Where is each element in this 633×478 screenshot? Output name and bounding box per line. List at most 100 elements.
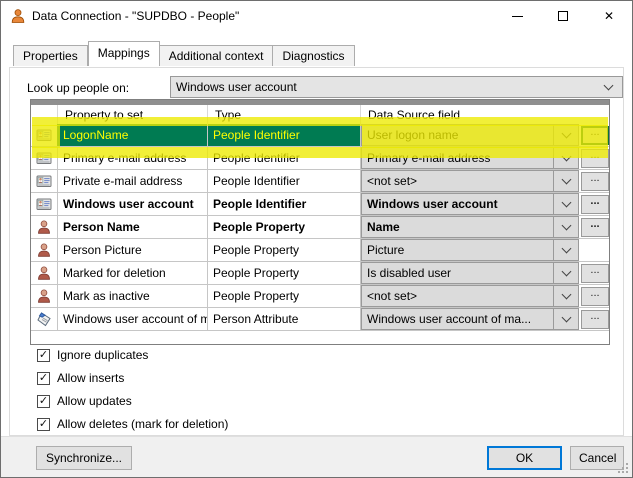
ellipsis-cell: ... bbox=[579, 262, 611, 284]
checkbox-allow-updates[interactable]: ✓ Allow updates bbox=[37, 394, 228, 408]
tab-properties[interactable]: Properties bbox=[13, 45, 88, 66]
ellipsis-cell: ... bbox=[579, 285, 611, 307]
tab-diagnostics[interactable]: Diagnostics bbox=[273, 45, 355, 66]
property-cell: Windows user account of manager bbox=[58, 308, 208, 330]
property-cell: Windows user account bbox=[58, 193, 208, 215]
table-row-windows-user-account-of-manager[interactable]: Windows user account of managerPerson At… bbox=[31, 308, 609, 331]
ellipsis-cell: ... bbox=[579, 147, 611, 169]
mappings-grid: Property to set Type Data Source field Log… bbox=[30, 99, 610, 345]
ellipsis-cell: ... bbox=[579, 193, 611, 215]
maximize-button[interactable] bbox=[540, 1, 586, 31]
checkbox-box[interactable]: ✓ bbox=[37, 371, 50, 385]
source-combobox[interactable]: User logon name bbox=[361, 124, 553, 146]
property-cell: Private e-mail address bbox=[58, 170, 208, 192]
button-bar: Synchronize... OK Cancel bbox=[1, 436, 632, 477]
checkbox-allow-inserts[interactable]: ✓ Allow inserts bbox=[37, 371, 228, 385]
chevron-down-icon[interactable] bbox=[553, 239, 579, 261]
source-combobox[interactable]: Is disabled user bbox=[361, 262, 553, 284]
grid-header-row: Property to set Type Data Source field bbox=[31, 105, 609, 124]
source-combobox[interactable]: Windows user account of ma... bbox=[361, 308, 553, 330]
ellipsis-button[interactable]: ... bbox=[581, 263, 609, 283]
tab-strip: Properties Mappings Additional context Diag… bbox=[13, 41, 355, 66]
table-row-logonname[interactable]: LogonName People Identifier User logon nam… bbox=[31, 124, 609, 147]
person-icon bbox=[31, 239, 58, 261]
property-cell: LogonName bbox=[58, 124, 208, 146]
lookup-value: Windows user account bbox=[176, 80, 297, 94]
checkbox-ignore-duplicates[interactable]: ✓ Ignore duplicates bbox=[37, 348, 228, 362]
id-card-icon bbox=[31, 193, 58, 215]
ellipsis-cell bbox=[579, 239, 611, 261]
chevron-down-icon[interactable] bbox=[553, 193, 579, 215]
checkbox-box[interactable]: ✓ bbox=[37, 417, 50, 431]
property-cell: Mark as inactive bbox=[58, 285, 208, 307]
table-row-mark-as-inactive[interactable]: Mark as inactive People Property <not set>… bbox=[31, 285, 609, 308]
type-cell: People Property bbox=[208, 285, 361, 307]
tag-icon bbox=[31, 308, 58, 330]
ellipsis-button[interactable]: ... bbox=[581, 148, 609, 168]
type-cell: People Identifier bbox=[208, 170, 361, 192]
ellipsis-cell: ... bbox=[579, 170, 611, 192]
property-cell: Person Picture bbox=[58, 239, 208, 261]
checkbox-label: Allow updates bbox=[57, 394, 132, 408]
id-card-icon bbox=[31, 147, 58, 169]
table-row-person-picture[interactable]: Person Picture People Property Picture bbox=[31, 239, 609, 262]
type-cell: People Identifier bbox=[208, 124, 361, 146]
ellipsis-button[interactable]: ... bbox=[581, 217, 609, 237]
table-row-primary-e-mail-address[interactable]: Primary e-mail address People Identifier P… bbox=[31, 147, 609, 170]
checkbox-box[interactable]: ✓ bbox=[37, 348, 50, 362]
synchronize-button[interactable]: Synchronize... bbox=[36, 446, 132, 470]
chevron-down-icon[interactable] bbox=[553, 124, 579, 146]
type-cell: People Property bbox=[208, 216, 361, 238]
id-card-icon bbox=[31, 124, 58, 146]
person-icon bbox=[31, 285, 58, 307]
source-combobox[interactable]: <not set> bbox=[361, 170, 553, 192]
source-combobox[interactable]: <not set> bbox=[361, 285, 553, 307]
source-combobox[interactable]: Name bbox=[361, 216, 553, 238]
chevron-down-icon[interactable] bbox=[553, 262, 579, 284]
checkbox-label: Allow deletes (mark for deletion) bbox=[57, 417, 229, 431]
source-combobox[interactable]: Windows user account bbox=[361, 193, 553, 215]
maximize-icon bbox=[558, 11, 568, 21]
ellipsis-cell: ... bbox=[579, 124, 611, 146]
close-button[interactable]: ✕ bbox=[586, 1, 632, 31]
chevron-down-icon bbox=[603, 80, 614, 90]
type-cell: People Property bbox=[208, 262, 361, 284]
property-cell: Marked for deletion bbox=[58, 262, 208, 284]
chevron-down-icon[interactable] bbox=[553, 170, 579, 192]
chevron-down-icon[interactable] bbox=[553, 147, 579, 169]
table-row-windows-user-account[interactable]: Windows user account People Identifier Win… bbox=[31, 193, 609, 216]
minimize-icon bbox=[511, 15, 523, 17]
dialog-window: Data Connection - "SUPDBO - People" ✕ Pr… bbox=[0, 0, 633, 478]
source-combobox[interactable]: Primary e-mail address bbox=[361, 147, 553, 169]
table-row-marked-for-deletion[interactable]: Marked for deletion People Property Is dis… bbox=[31, 262, 609, 285]
chevron-down-icon[interactable] bbox=[553, 285, 579, 307]
ellipsis-button[interactable]: ... bbox=[581, 286, 609, 306]
lookup-combobox[interactable]: Windows user account bbox=[170, 76, 623, 98]
column-header-data-source-field: Data Source field bbox=[368, 107, 461, 122]
mappings-tab-panel: Look up people on: Windows user account … bbox=[9, 67, 624, 436]
table-row-private-e-mail-address[interactable]: Private e-mail address People Identifier <… bbox=[31, 170, 609, 193]
type-cell: People Property bbox=[208, 239, 361, 261]
minimize-button[interactable] bbox=[494, 1, 540, 31]
ok-button[interactable]: OK bbox=[487, 446, 562, 470]
type-cell: People Identifier bbox=[208, 147, 361, 169]
property-cell: Primary e-mail address bbox=[58, 147, 208, 169]
checkbox-box[interactable]: ✓ bbox=[37, 394, 50, 408]
ellipsis-button[interactable]: ... bbox=[581, 125, 609, 145]
ellipsis-cell: ... bbox=[579, 308, 611, 330]
person-icon bbox=[31, 262, 58, 284]
tab-mappings[interactable]: Mappings bbox=[87, 41, 160, 66]
lookup-label: Look up people on: bbox=[27, 81, 130, 95]
table-row-person-name[interactable]: Person Name People Property Name... bbox=[31, 216, 609, 239]
ellipsis-button[interactable]: ... bbox=[581, 309, 609, 329]
chevron-down-icon[interactable] bbox=[553, 216, 579, 238]
source-combobox[interactable]: Picture bbox=[361, 239, 553, 261]
chevron-down-icon[interactable] bbox=[553, 308, 579, 330]
tab-additional-context[interactable]: Additional context bbox=[159, 45, 274, 66]
ellipsis-button[interactable]: ... bbox=[581, 194, 609, 214]
app-person-icon bbox=[10, 8, 26, 24]
person-icon bbox=[31, 216, 58, 238]
checkbox-allow-deletes-mark-for-deletion[interactable]: ✓ Allow deletes (mark for deletion) bbox=[37, 417, 228, 431]
resize-grip[interactable] bbox=[616, 461, 629, 474]
ellipsis-button[interactable]: ... bbox=[581, 171, 609, 191]
